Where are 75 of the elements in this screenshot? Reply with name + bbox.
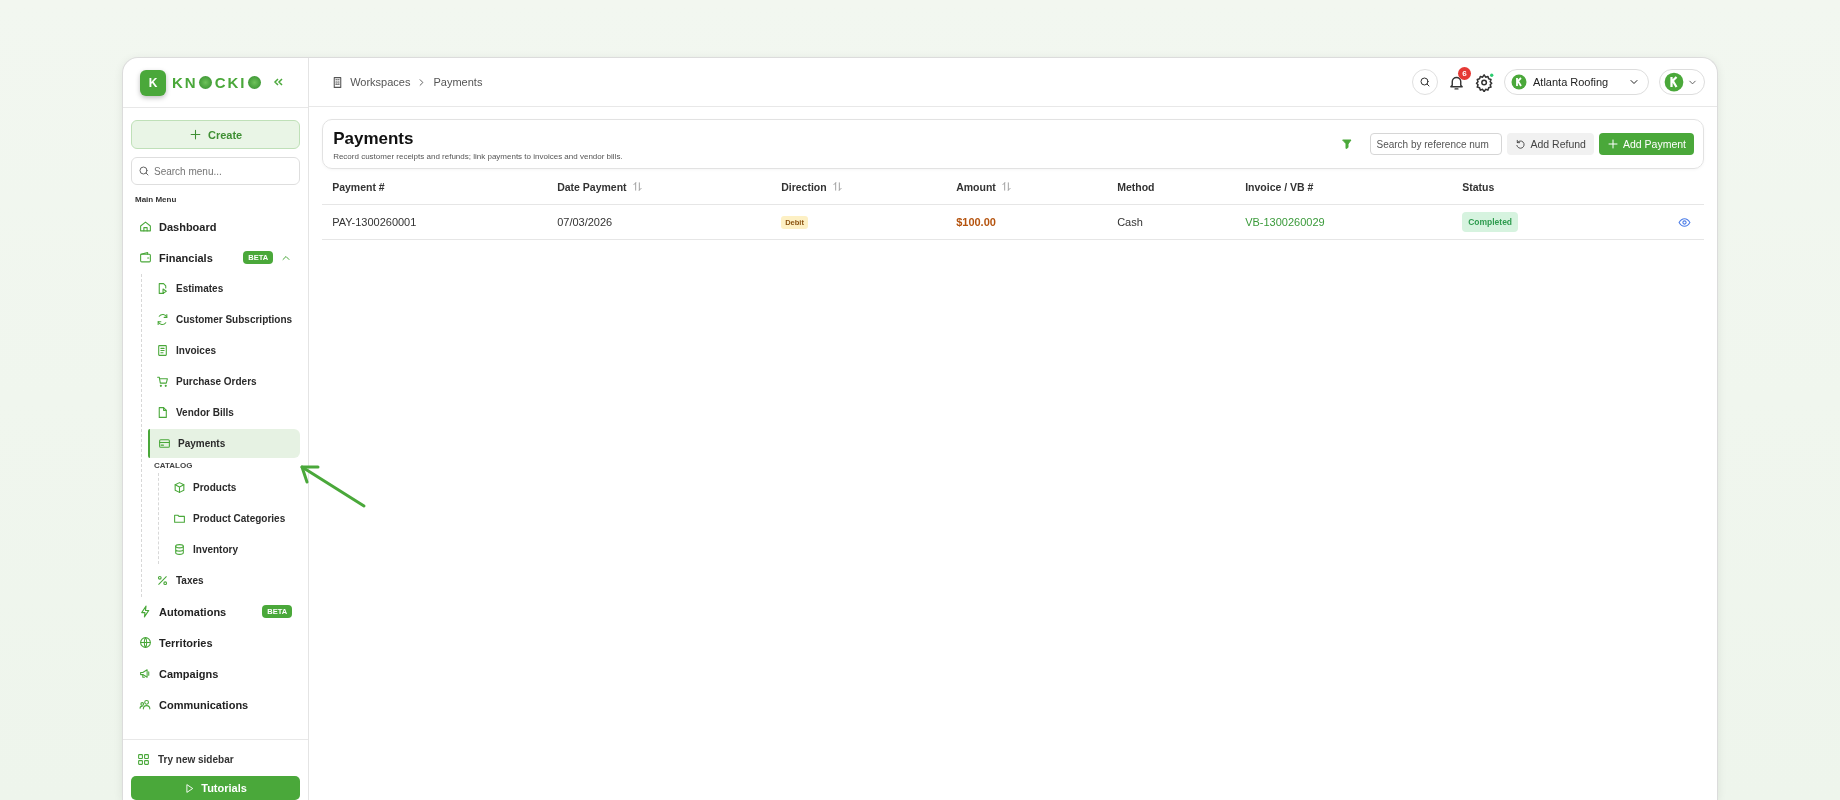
column-header: Payment # [332, 180, 385, 193]
sidebar-item[interactable]: Estimates [148, 274, 301, 303]
sidebar-item[interactable]: Products [165, 473, 301, 502]
search-button[interactable] [1412, 69, 1438, 95]
search-field[interactable]: Search by reference num [1370, 133, 1503, 155]
undo-icon [1515, 138, 1527, 150]
table-cell: $100.00 [956, 216, 996, 228]
column-header[interactable]: Direction [781, 180, 843, 193]
status-badge: Completed [1462, 212, 1519, 232]
credit-card-icon [158, 437, 171, 450]
table-cell: 07/03/2026 [557, 216, 613, 228]
eye-icon[interactable] [1677, 215, 1691, 229]
sidebar-item[interactable]: Inventory [165, 535, 301, 564]
logo-wordmark: KN CKI [172, 74, 263, 91]
sidebar-item[interactable]: Invoices [148, 336, 301, 365]
filter-icon[interactable] [1341, 138, 1354, 150]
workspace-dropdown[interactable]: Atlanta Roofing [1504, 69, 1649, 95]
people-icon [139, 698, 152, 711]
plus-icon [1606, 138, 1619, 150]
sidebar-item[interactable]: Product Categories [165, 504, 301, 533]
folder-icon [173, 512, 186, 525]
k-logo-icon [1511, 74, 1527, 90]
breadcrumb-link[interactable]: Workspaces [350, 76, 411, 88]
search-icon [1419, 76, 1431, 88]
percent-icon [156, 574, 169, 587]
sidebar-item[interactable]: Taxes [148, 566, 301, 595]
cube-icon [173, 481, 186, 494]
search-box[interactable]: Search menu... [131, 157, 301, 185]
sidebar-item[interactable]: Communications [131, 690, 301, 719]
lightning-icon [139, 605, 152, 618]
file-icon [156, 406, 169, 419]
sidebar-item[interactable]: Purchase Orders [148, 367, 301, 396]
column-header: Status [1462, 180, 1495, 193]
logo-badge: K [140, 69, 166, 96]
megaphone-icon [139, 667, 152, 680]
sort-icon[interactable] [1000, 181, 1012, 192]
sort-icon[interactable] [831, 181, 843, 192]
settings-icon[interactable] [1475, 72, 1494, 92]
sidebar-item[interactable]: Vendor Bills [148, 398, 301, 427]
column-header: Method [1117, 180, 1155, 193]
play-icon [184, 782, 196, 794]
sidebar-item[interactable]: Campaigns [131, 659, 301, 688]
k-logo-icon [1664, 72, 1684, 92]
refresh-icon [156, 313, 169, 326]
column-header[interactable]: Date Payment [557, 180, 643, 193]
invoice-link[interactable]: VB-1300260029 [1245, 216, 1325, 228]
table-cell: PAY-1300260001 [332, 216, 417, 228]
add-refund-button[interactable]: Add Refund [1507, 133, 1594, 155]
sidebar-item[interactable]: Territories [131, 628, 301, 657]
receipt-icon [156, 344, 169, 357]
sort-icon[interactable] [631, 181, 643, 192]
section-title: Main Menu [135, 195, 178, 204]
plus-icon [188, 128, 202, 141]
grid-icon [137, 752, 150, 766]
column-header[interactable]: Amount [956, 180, 1012, 193]
document-arrow-icon [156, 282, 169, 295]
column-header: Invoice / VB # [1245, 180, 1314, 193]
sidebar-item[interactable]: Customer Subscriptions [148, 305, 301, 334]
database-icon [173, 543, 186, 556]
house-icon [139, 220, 152, 233]
sidebar-item[interactable]: Dashboard [131, 212, 301, 241]
section-label: CATALOG [154, 461, 194, 470]
page-subtitle: Record customer receipts and refunds; link payments to invoices and vendor bills. [333, 152, 624, 161]
page-title: Payments [333, 129, 415, 149]
notification-count: 6 [1458, 66, 1471, 80]
wallet-icon [139, 251, 152, 264]
table-cell: Cash [1117, 216, 1143, 228]
breadcrumb-current: Payments [433, 76, 483, 88]
search-icon [138, 165, 150, 177]
account-menu[interactable] [1659, 69, 1705, 95]
create-button[interactable]: Create [131, 120, 301, 149]
sidebar-item[interactable]: Payments [148, 429, 301, 458]
cart-icon [156, 375, 169, 388]
try-new-sidebar-link[interactable]: Try new sidebar [131, 748, 301, 770]
globe-icon [139, 636, 152, 649]
